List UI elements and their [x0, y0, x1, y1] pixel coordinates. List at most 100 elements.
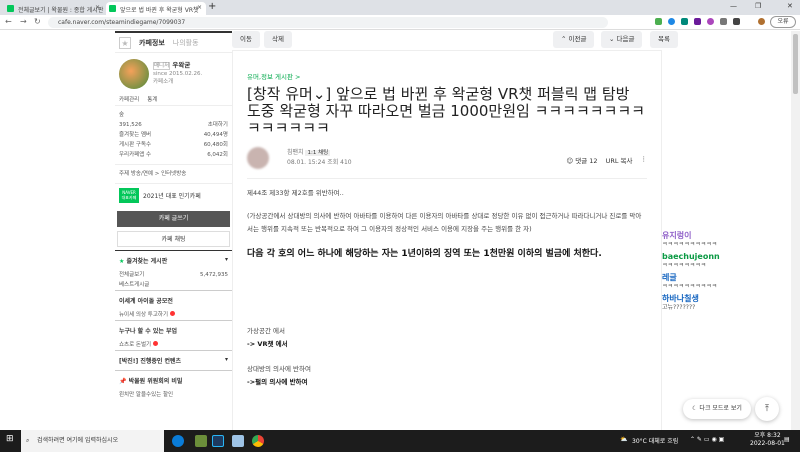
prev-post-button[interactable]: ⌃ 이전글 [553, 31, 595, 48]
cafe-theme[interactable]: 주제 방송/연예 > 인터넷방송 [119, 170, 186, 178]
tab-article[interactable]: 앞으로 법 바뀐 후 왁굳형 VR챗 × [106, 2, 206, 15]
tab-all-posts[interactable]: 전체글보기 | 왁물원 : 종합 게시판 × [4, 2, 104, 15]
new-badge-icon [153, 341, 159, 346]
stat-value: 40,494명 [203, 132, 228, 138]
member-count: 391,526 [119, 122, 142, 128]
cafe-sidebar: ★ 카페정보 나의활동 매니저 우왁굳 since 2015.02.26. 카페… [115, 31, 232, 430]
next-post-button[interactable]: ⌄ 다음글 [601, 31, 643, 48]
puzzle-icon[interactable] [733, 18, 740, 25]
weather-text[interactable]: 30°C 대체로 흐림 [632, 436, 678, 445]
comments-label: 댓글 12 [575, 157, 598, 165]
stat-value: 6,042회 [207, 152, 228, 158]
article: 유머,정보 게시판 > [창작 유머⌄] 앞으로 법 바뀐 후 왁굳형 VR챗 … [232, 50, 662, 430]
menu-heading: 누구나 할 수 있는 부업 [119, 328, 178, 335]
extension-icon[interactable] [694, 18, 701, 25]
app-icon[interactable] [232, 435, 244, 447]
back-icon[interactable]: ← [5, 17, 12, 26]
menu-heading: 박물원 위원회의 비밀 [128, 378, 183, 385]
naver-cafe-icon [7, 5, 14, 12]
list-button[interactable]: 목록 [650, 31, 678, 48]
chat-message: ㅋㅋㅋㅋㅋㅋㅋㅋㅋㅋ [662, 241, 718, 248]
notification-icon[interactable]: ▤ [784, 436, 790, 443]
chat-username: 레글 [662, 273, 677, 282]
chrome-icon[interactable] [252, 435, 264, 447]
manager-name[interactable]: 우왁굳 [172, 61, 190, 69]
cafe-intro-link[interactable]: 카페소개 [153, 78, 202, 86]
paragraph: (가상공간에서 상대방의 의사에 반하여 아바타를 이용하여 다른 이용자의 아… [247, 212, 642, 233]
tray-icons[interactable]: ⌃ ✎ ▭ ◉ ▣ [690, 436, 724, 443]
minimize-icon[interactable]: — [730, 2, 737, 10]
chat-message: ㅋㅋㅋㅋㅋㅋㅋㅋ [662, 262, 707, 269]
naver-cafe-icon [109, 5, 116, 12]
extension-icon[interactable] [655, 18, 662, 25]
manager-badge: 매니저 [153, 62, 171, 70]
time: 오후 8:32 [754, 432, 781, 439]
close-icon[interactable]: × [95, 4, 100, 11]
stat-label: 우리카페앱 수 [119, 152, 152, 158]
date: 2022-08-01 [750, 440, 785, 447]
menu-link[interactable]: 뉴이세 의상 투고하기 [119, 312, 168, 318]
award-text: 2021년 대표 인기카페 [143, 193, 201, 200]
url-input[interactable]: cafe.naver.com/steamindiegame/7099037 [48, 17, 608, 28]
extension-icon[interactable] [707, 18, 714, 25]
paragraph: 다음 각 호의 어느 하나에 해당하는 자는 1년이하의 징역 또는 1천만원 … [247, 249, 602, 259]
delete-button[interactable]: 삭제 [264, 31, 292, 48]
view-count: 조회 410 [327, 158, 352, 166]
menu-link[interactable]: 쇼츠로 돈벌기 [119, 342, 151, 348]
cafe-chat-button[interactable]: 카페 채팅 [117, 231, 230, 247]
vegas-icon[interactable] [212, 435, 224, 447]
chat-badge[interactable]: 1:1 채팅 [305, 149, 331, 156]
dark-mode-button[interactable]: ☾ 다크 모드로 보기 [683, 399, 751, 419]
menu-heading[interactable]: [박진!] 진행중인 컨텐츠 [119, 356, 181, 365]
menu-heading: 이세계 아이돌 공모전 [119, 298, 173, 305]
new-tab-button[interactable]: + [208, 1, 216, 12]
chat-username: 유지렁이 [662, 231, 692, 240]
clock[interactable]: 오후 8:32 2022-08-01 [750, 432, 785, 448]
close-window-icon[interactable]: ✕ [787, 2, 793, 10]
new-badge-icon [170, 311, 176, 316]
scroll-to-top-button[interactable]: ⤒ [755, 397, 779, 421]
menu-link[interactable]: 왼치만 알을수있는 할인 [119, 391, 173, 399]
stat-value: 60,480회 [203, 142, 228, 148]
write-post-button[interactable]: 카페 글쓰기 [117, 211, 230, 227]
invite-link[interactable]: 초대하기 [208, 121, 228, 129]
tab-cafe-info[interactable]: 카페정보 [139, 38, 165, 48]
post-date: 08.01. 15:24 [287, 158, 326, 166]
taskbar-search[interactable]: ⌕ 검색하려면 여기에 입력하십시오 [21, 430, 164, 452]
avatar[interactable] [758, 18, 765, 25]
prev-label: 이전글 [568, 35, 587, 43]
best-posts-link[interactable]: 베스트게시글 [119, 281, 149, 289]
extension-icon[interactable] [668, 18, 675, 25]
author-name[interactable]: 침팬치 [287, 149, 304, 156]
board-link[interactable]: 유머,정보 게시판 > [247, 71, 647, 81]
chevron-down-icon[interactable]: ▾ [225, 356, 228, 365]
windows-start-icon[interactable]: ⊞ [6, 434, 14, 444]
forward-icon[interactable]: → [20, 17, 27, 26]
minecraft-icon[interactable] [195, 435, 207, 447]
fav-boards-heading[interactable]: 즐겨찾는 게시판 [126, 258, 167, 265]
grade-label: 숲 [119, 112, 125, 118]
next-label: 다음글 [616, 35, 635, 43]
maximize-icon[interactable]: ❐ [755, 2, 761, 10]
tab-my-activity[interactable]: 나의활동 [173, 38, 199, 48]
extension-icon[interactable] [681, 18, 688, 25]
stats-link[interactable]: 통계 [147, 96, 157, 104]
comments-link[interactable]: ☺ 댓글 12 [566, 155, 597, 165]
search-placeholder: 검색하려면 여기에 입력하십시오 [37, 437, 119, 444]
close-icon[interactable]: × [197, 4, 202, 11]
edge-icon[interactable] [172, 435, 184, 447]
move-button[interactable]: 이동 [232, 31, 260, 48]
paragraph: 제44조 제33항 제2호를 위반하여.. [247, 189, 344, 197]
all-posts-link[interactable]: 전체글보기 [119, 271, 144, 279]
author-avatar[interactable] [247, 146, 269, 169]
dark-mode-label: 다크 모드로 보기 [699, 405, 742, 412]
cafe-manage-link[interactable]: 카페관리 [119, 96, 139, 104]
star-icon[interactable]: ★ [119, 36, 131, 49]
scrollbar-thumb[interactable] [793, 34, 798, 94]
extension-icon[interactable] [720, 18, 727, 25]
reload-icon[interactable]: ↻ [34, 17, 41, 26]
profile-button[interactable]: 오류 [770, 16, 796, 28]
url-copy-button[interactable]: URL 복사 [606, 155, 633, 165]
more-icon[interactable]: ⋮ [641, 155, 648, 165]
chevron-down-icon[interactable]: ▾ [225, 256, 228, 265]
